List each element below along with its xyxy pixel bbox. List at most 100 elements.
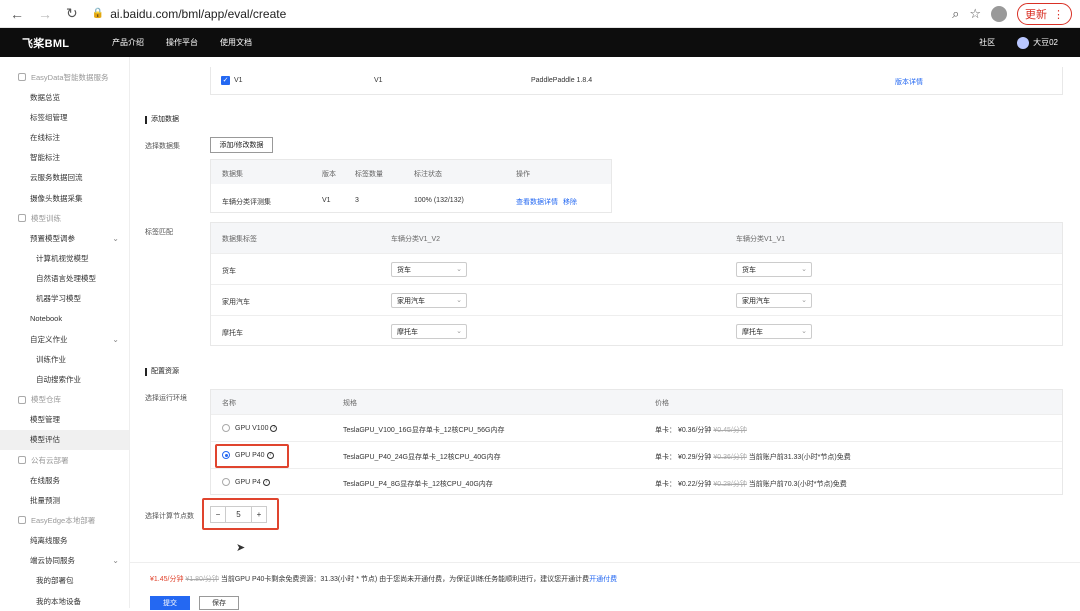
config-resource-title: 配置资源 (145, 368, 179, 376)
sidebar-item[interactable]: Notebook (0, 309, 129, 329)
update-button[interactable]: 更新 ⋮ (1017, 3, 1072, 25)
back-icon[interactable]: ← (10, 6, 24, 22)
remove-dataset-link[interactable]: 移除 (563, 197, 577, 207)
sidebar-item[interactable]: 云服务数据回流 (0, 168, 129, 188)
th-spec: 规格 (343, 400, 357, 407)
model-v1-label-select[interactable]: 家用汽车 ⌄ (736, 293, 812, 308)
chevron-down-icon: ⌄ (456, 297, 462, 304)
chevron-down-icon: ⌄ (801, 297, 807, 304)
bookmark-star-icon[interactable]: ☆ (969, 6, 981, 22)
top-menu-item[interactable]: 使用文档 (220, 37, 252, 48)
sidebar-item[interactable]: 智能标注 (0, 148, 129, 168)
resource-radio[interactable] (222, 424, 230, 432)
main-content: ✓ V1 V1 PaddlePaddle 1.8.4 版本详情 添加数据 选择数… (130, 57, 1080, 608)
resource-row[interactable]: GPU P40? TeslaGPU_P40_24G显存单卡_12核CPU_40G内… (211, 441, 1062, 468)
label-match-row: 家用汽车 家用汽车 ⌄ 家用汽车 ⌄ (211, 284, 1062, 315)
resource-spec: TeslaGPU_V100_16G显存单卡_12核CPU_56G内存 (343, 427, 505, 434)
zoom-icon[interactable]: ⌕ (952, 6, 959, 22)
sidebar-item-label: 预置模型调参 (30, 233, 75, 243)
enable-billing-link[interactable]: 开通付费 (589, 576, 617, 583)
sidebar-item[interactable]: 标签组管理 (0, 107, 129, 127)
sidebar-item[interactable]: 自定义作业 ⌄ (0, 329, 129, 349)
lock-icon: 🔒 (91, 8, 105, 19)
user-menu[interactable]: 大豆02 (1017, 36, 1058, 49)
top-menu-item[interactable]: 操作平台 (166, 37, 198, 48)
view-dataset-link[interactable]: 查看数据详情 (516, 197, 558, 207)
model-v1-label-select[interactable]: 摩托车 ⌄ (736, 324, 812, 339)
th-model-v1: 车辆分类V1_V1 (736, 236, 786, 243)
select-value: 家用汽车 (742, 297, 770, 305)
sidebar-item[interactable]: 机器学习模型 (0, 289, 129, 309)
th-version: 版本 (322, 171, 336, 178)
sidebar-item[interactable]: 摄像头数据采集 (0, 188, 129, 208)
profile-avatar[interactable] (991, 6, 1007, 22)
node-count-input[interactable]: 5 (226, 510, 251, 519)
top-menu-item[interactable]: 产品介绍 (112, 37, 144, 48)
label-match-header: 数据集标签 车辆分类V1_V2 车辆分类V1_V1 (211, 223, 1062, 253)
sidebar-item[interactable]: 计算机视觉模型 (0, 248, 129, 268)
sidebar-item[interactable]: 预置模型调参 ⌄ (0, 228, 129, 248)
sidebar-group: EasyData智能数据服务 (0, 67, 129, 87)
sidebar-item[interactable]: 在线服务 (0, 470, 129, 490)
reload-icon[interactable]: ↻ (66, 5, 78, 22)
model-v2-label-select[interactable]: 摩托车 ⌄ (391, 324, 467, 339)
sidebar-group: 模型仓库 (0, 390, 129, 410)
resource-name: GPU P4 (235, 478, 261, 486)
sidebar-item-label: 计算机视觉模型 (36, 253, 89, 263)
sidebar-item[interactable]: 自然语言处理模型 (0, 269, 129, 289)
dataset-name: 车辆分类评测集 (222, 199, 271, 206)
group-icon (18, 214, 26, 223)
add-data-button[interactable]: 添加/修改数据 (210, 137, 273, 153)
sidebar-item[interactable]: 训练作业 (0, 349, 129, 369)
browser-toolbar: ← → ↻ 🔒 ai.baidu.com/bml/app/eval/create… (0, 0, 1080, 28)
th-model-v2: 车辆分类V1_V2 (391, 236, 441, 243)
decrement-button[interactable]: − (211, 507, 226, 522)
sidebar-item[interactable]: 端云协同服务 ⌄ (0, 551, 129, 571)
model-v2-label-select[interactable]: 家用汽车 ⌄ (391, 293, 467, 308)
sidebar-group: EasyEdge本地部署 (0, 510, 129, 530)
th-label-count: 标签数量 (355, 171, 383, 178)
price-unit: 单卡： (655, 481, 676, 488)
price-old: ¥0.28/分钟 (713, 481, 747, 488)
resource-spec: TeslaGPU_P4_8G显存单卡_12核CPU_40G内存 (343, 481, 493, 488)
sidebar-item[interactable]: 模型评估 (0, 429, 129, 450)
sidebar-item[interactable]: 批量预测 (0, 490, 129, 510)
sidebar-item[interactable]: 我的部署包 (0, 571, 129, 591)
increment-button[interactable]: + (251, 507, 266, 522)
sidebar-group: 公有云部署 (0, 450, 129, 470)
sidebar-item[interactable]: 数据总览 (0, 87, 129, 107)
model-v2-label-select[interactable]: 货车 ⌄ (391, 262, 467, 277)
sidebar-item[interactable]: 在线标注 (0, 127, 129, 147)
logo[interactable]: 飞桨BML (22, 35, 102, 51)
sidebar-item[interactable]: 自动搜索作业 (0, 369, 129, 389)
free-resource-notice: 当前GPU P40卡剩余免费资源：31.33(小时 * 节点) 由于您尚未开通付… (220, 576, 590, 583)
resource-row[interactable]: GPU V100? TeslaGPU_V100_16G显存单卡_12核CPU_56… (211, 414, 1062, 441)
highlight-gpu-p40 (215, 444, 289, 468)
sidebar-item-label: 数据总览 (30, 92, 60, 102)
resource-radio[interactable] (222, 478, 230, 486)
sidebar-item-label: 批量预测 (30, 495, 60, 505)
community-link[interactable]: 社区 (979, 37, 995, 48)
version-row: ✓ V1 V1 PaddlePaddle 1.8.4 版本详情 (210, 67, 1063, 95)
sidebar-item-label: EasyEdge本地部署 (31, 515, 96, 525)
select-value: 货车 (742, 266, 756, 274)
th-dataset: 数据集 (222, 171, 243, 178)
node-count-stepper: − 5 + (210, 506, 267, 523)
version-detail-link[interactable]: 版本详情 (895, 77, 923, 87)
help-icon[interactable]: ? (262, 478, 270, 486)
sidebar-item[interactable]: 纯离线服务 (0, 530, 129, 550)
chevron-down-icon[interactable]: ⌄ (112, 234, 119, 243)
chevron-down-icon[interactable]: ⌄ (112, 556, 119, 565)
sidebar-item[interactable]: 模型管理 (0, 410, 129, 430)
forward-icon[interactable]: → (38, 6, 52, 22)
chevron-down-icon: ⌄ (801, 266, 807, 273)
group-icon (18, 456, 26, 464)
version-checkbox[interactable]: ✓ (221, 76, 230, 85)
chevron-down-icon[interactable]: ⌄ (112, 335, 119, 344)
model-v1-label-select[interactable]: 货车 ⌄ (736, 262, 812, 277)
resource-row[interactable]: GPU P4? TeslaGPU_P4_8G显存单卡_12核CPU_40G内存 单卡… (211, 468, 1062, 495)
price-unit: 单卡： (655, 427, 676, 434)
address-bar[interactable]: ai.baidu.com/bml/app/eval/create (110, 7, 286, 21)
free-quota-note: 当前账户前31.33(小时*节点)免费 (748, 454, 851, 461)
help-icon[interactable]: ? (270, 424, 278, 432)
